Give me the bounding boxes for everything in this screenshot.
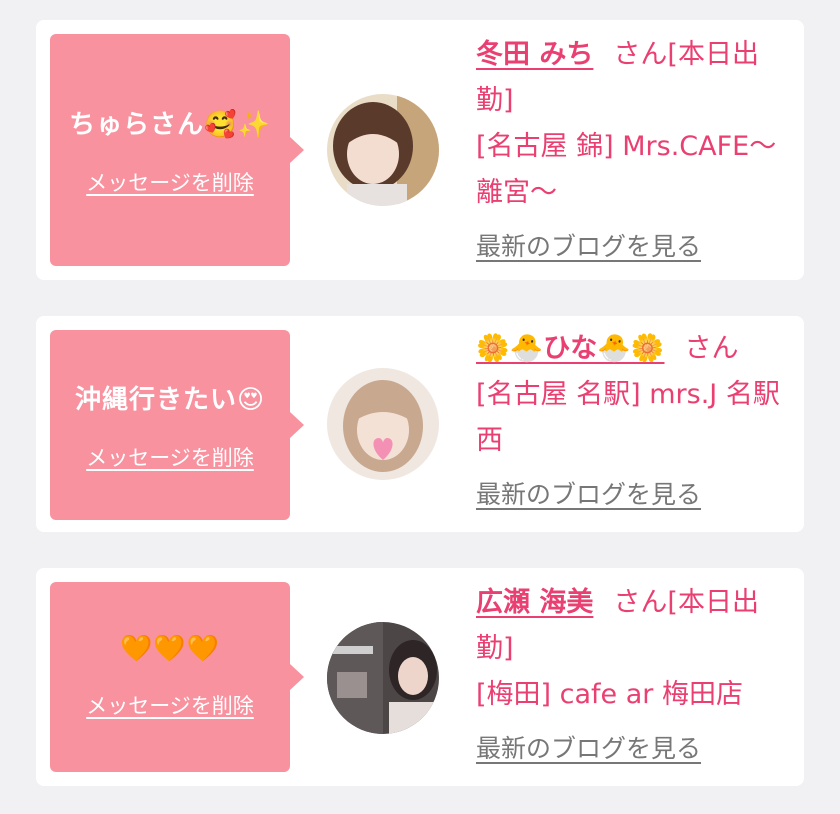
avatar[interactable] [327,368,439,480]
avatar[interactable] [327,94,439,206]
message-card: 沖縄行きたい😍 メッセージを削除 🌼🐣ひな🐣🌼 さん [名古屋 名駅] mrs.J… [36,316,804,532]
delete-message-link[interactable]: メッセージを削除 [86,167,254,197]
delete-message-link[interactable]: メッセージを削除 [86,442,254,472]
shop-text: [梅田] cafe ar 梅田店 [476,679,743,710]
latest-blog-link[interactable]: 最新のブログを見る [476,726,701,772]
message-bubble: ちゅらさん🥰✨ メッセージを削除 [50,34,304,266]
delete-message-link[interactable]: メッセージを削除 [86,690,254,720]
shop-text: [名古屋 名駅] mrs.J 名駅西 [476,379,780,456]
cast-name-link[interactable]: 広瀬 海美 [476,587,593,618]
message-bubble: 🧡🧡🧡 メッセージを削除 [50,582,304,772]
latest-blog-link[interactable]: 最新のブログを見る [476,224,701,270]
message-text: ちゅらさん🥰✨ [69,109,271,140]
cast-info: 冬田 みち さん[本日出勤] [名古屋 錦] Mrs.CAFE～離宮～ 最新のブロ… [476,32,786,270]
message-text: 🧡🧡🧡 [119,634,221,664]
message-bubble: 沖縄行きたい😍 メッセージを削除 [50,330,304,520]
message-text: 沖縄行きたい😍 [74,384,266,415]
honorific-text: さん [684,333,739,364]
cast-info: 🌼🐣ひな🐣🌼 さん [名古屋 名駅] mrs.J 名駅西 最新のブログを見る [476,326,786,518]
message-card: 🧡🧡🧡 メッセージを削除 広瀬 海美 さん[本日出勤] [梅田] cafe ar … [36,568,804,786]
avatar[interactable] [327,622,439,734]
cast-info: 広瀬 海美 さん[本日出勤] [梅田] cafe ar 梅田店 最新のブログを見る [476,580,786,772]
message-card: ちゅらさん🥰✨ メッセージを削除 冬田 みち さん[本日出勤] [名古屋 錦] M… [36,20,804,280]
cast-name-link[interactable]: 🌼🐣ひな🐣🌼 [476,333,664,364]
latest-blog-link[interactable]: 最新のブログを見る [476,472,701,518]
shop-text: [名古屋 錦] Mrs.CAFE～離宮～ [476,131,777,208]
cast-name-link[interactable]: 冬田 みち [476,39,593,70]
